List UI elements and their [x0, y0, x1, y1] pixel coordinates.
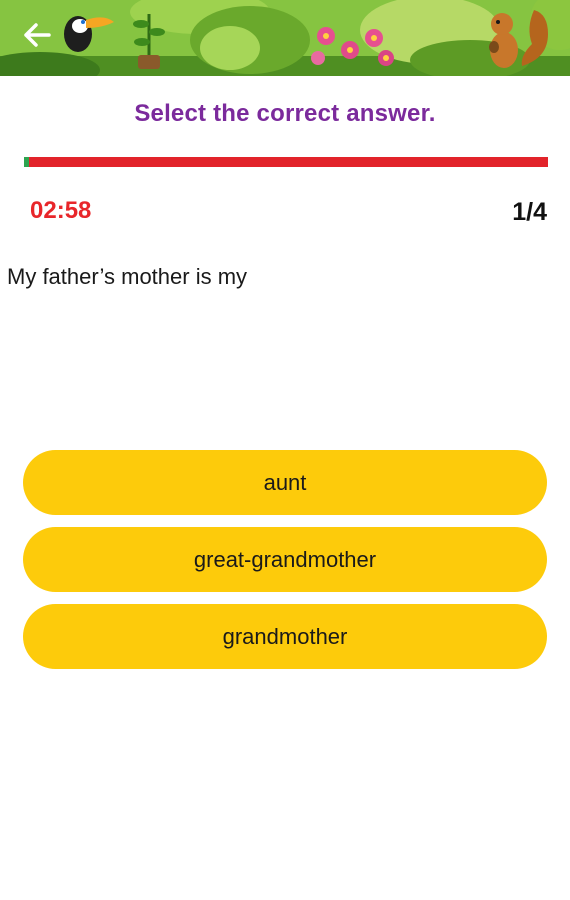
answer-option-aunt[interactable]: aunt	[23, 450, 547, 515]
countdown-timer: 02:58	[30, 197, 92, 224]
answer-option-grandmother[interactable]: grandmother	[23, 604, 547, 669]
quiz-screen: Select the correct answer. 02:58 1/4 My …	[0, 0, 570, 900]
question-counter: 1/4	[512, 198, 547, 226]
question-text: My father’s mother is my	[7, 264, 248, 289]
back-button[interactable]	[22, 22, 58, 54]
arrow-left-icon	[24, 23, 51, 47]
jungle-banner-art	[0, 0, 570, 76]
answer-list: aunt great-grandmother grandmother	[23, 450, 547, 681]
instruction-title: Select the correct answer.	[134, 100, 436, 127]
progress-fill	[24, 157, 30, 167]
header-banner	[0, 0, 570, 76]
answer-option-great-grandmother[interactable]: great-grandmother	[23, 527, 547, 592]
time-progress-bar	[24, 157, 548, 167]
